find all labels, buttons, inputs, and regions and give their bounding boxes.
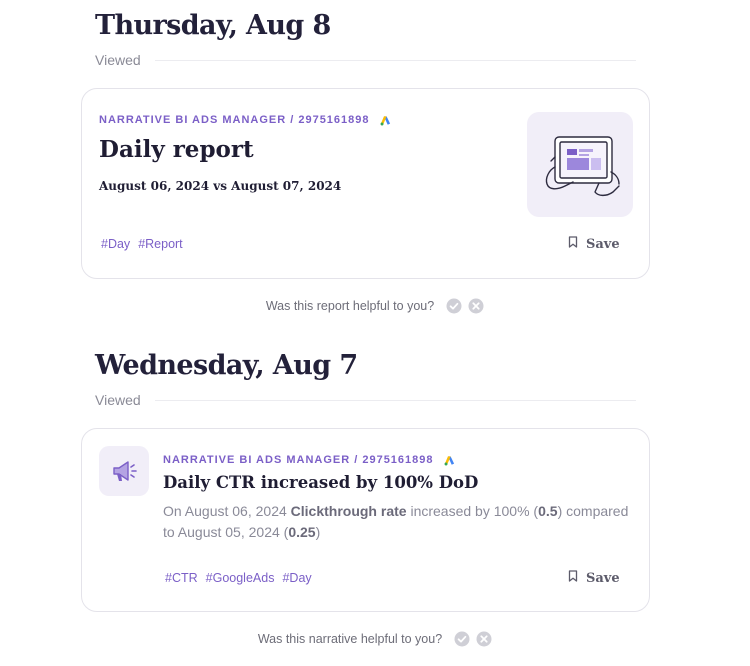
bookmark-icon xyxy=(568,570,578,586)
google-ads-icon xyxy=(380,115,391,126)
source-label: NARRATIVE BI ADS MANAGER / 2975161898 xyxy=(163,454,434,466)
tag[interactable]: #GoogleAds xyxy=(206,571,275,585)
viewed-divider: Viewed xyxy=(95,50,636,70)
save-button[interactable]: Save xyxy=(568,236,620,252)
check-circle-icon[interactable] xyxy=(454,631,470,647)
feedback-question: Was this narrative helpful to you? xyxy=(257,632,443,646)
viewed-divider: Viewed xyxy=(95,390,636,410)
viewed-label: Viewed xyxy=(95,52,141,68)
x-circle-icon[interactable] xyxy=(468,298,484,314)
feedback-question: Was this report helpful to you? xyxy=(265,299,435,313)
card-source: NARRATIVE BI ADS MANAGER / 2975161898 xyxy=(99,114,391,126)
narrative-card[interactable]: NARRATIVE BI ADS MANAGER / 2975161898 Da… xyxy=(81,428,650,612)
tablet-illustration xyxy=(545,136,620,197)
feedback-bar: Was this narrative helpful to you? xyxy=(0,631,750,647)
google-ads-icon xyxy=(444,455,455,466)
viewed-label: Viewed xyxy=(95,392,141,408)
tag[interactable]: #CTR xyxy=(165,571,198,585)
divider-line xyxy=(154,59,636,61)
divider-line xyxy=(154,399,636,401)
metric-value: 0.25 xyxy=(288,524,316,540)
report-thumbnail xyxy=(527,112,633,217)
card-title[interactable]: Daily report xyxy=(99,136,254,163)
save-button[interactable]: Save xyxy=(568,570,620,586)
card-source: NARRATIVE BI ADS MANAGER / 2975161898 xyxy=(163,454,455,466)
check-circle-icon[interactable] xyxy=(446,298,462,314)
save-label: Save xyxy=(586,570,620,586)
source-label: NARRATIVE BI ADS MANAGER / 2975161898 xyxy=(99,114,370,126)
tag[interactable]: #Report xyxy=(138,237,182,251)
report-card[interactable]: NARRATIVE BI ADS MANAGER / 2975161898 Da… xyxy=(81,88,650,279)
date-heading: Wednesday, Aug 7 xyxy=(95,350,358,381)
megaphone-icon xyxy=(99,446,149,496)
tag-list: #Day #Report xyxy=(101,237,183,251)
date-heading: Thursday, Aug 8 xyxy=(95,10,331,41)
tag-list: #CTR #GoogleAds #Day xyxy=(165,571,312,585)
date-range: August 06, 2024 vs August 07, 2024 xyxy=(99,179,342,193)
x-circle-icon[interactable] xyxy=(476,631,492,647)
metric-value: 0.5 xyxy=(538,503,558,519)
tag[interactable]: #Day xyxy=(101,237,130,251)
feedback-bar: Was this report helpful to you? xyxy=(0,298,750,314)
save-label: Save xyxy=(586,236,620,252)
bookmark-icon xyxy=(568,236,578,252)
metric-name: Clickthrough rate xyxy=(290,503,407,519)
card-title[interactable]: Daily CTR increased by 100% DoD xyxy=(163,473,478,492)
tag[interactable]: #Day xyxy=(282,571,311,585)
narrative-text: On August 06, 2024 Clickthrough rate inc… xyxy=(163,503,629,540)
